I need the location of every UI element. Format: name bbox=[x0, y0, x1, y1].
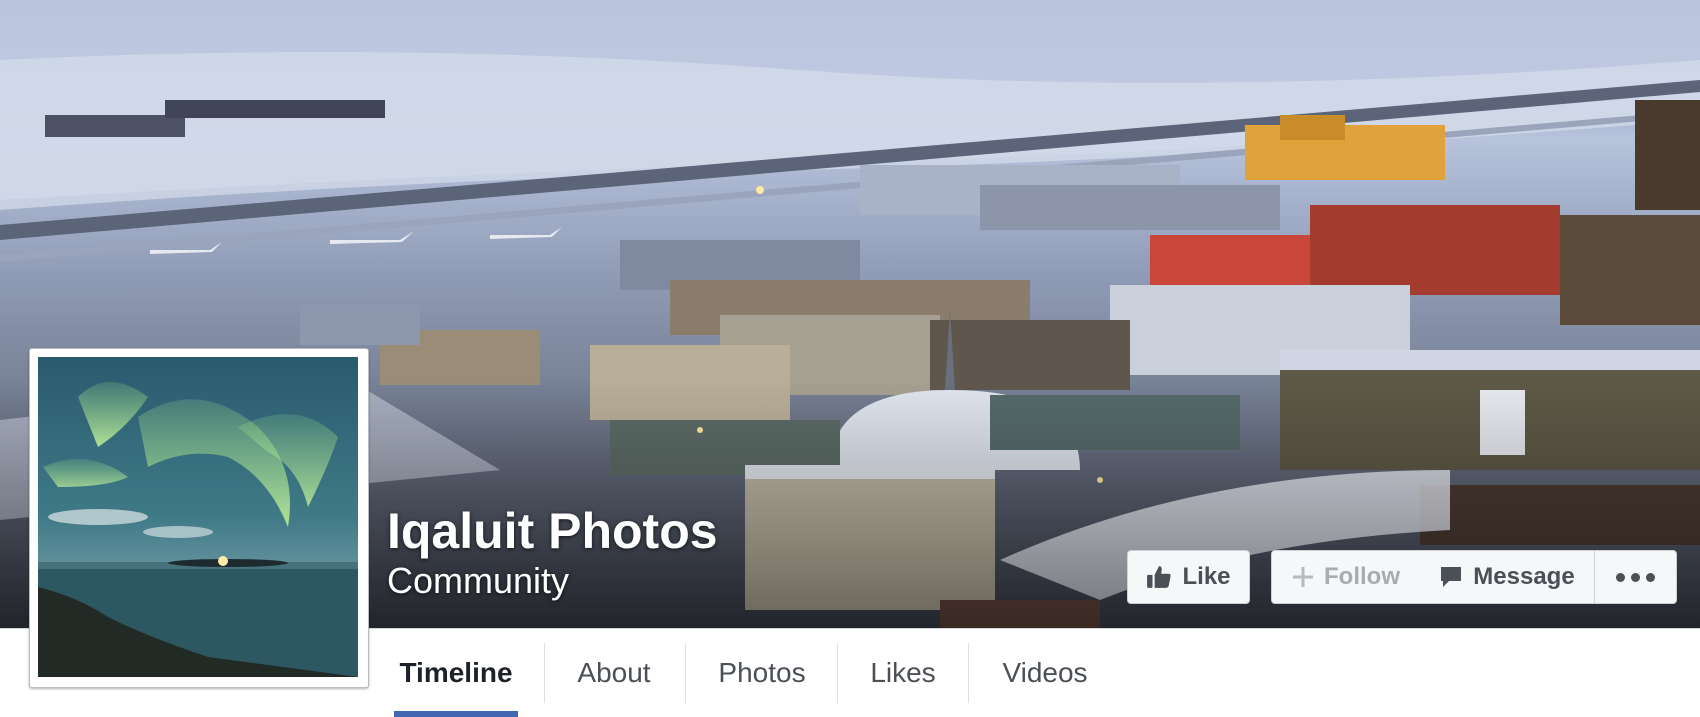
like-button-label: Like bbox=[1182, 563, 1231, 590]
tab-divider bbox=[685, 643, 686, 703]
thumbs-up-icon bbox=[1146, 564, 1172, 590]
tab-divider bbox=[544, 643, 545, 703]
tab-divider bbox=[968, 643, 969, 703]
profile-picture[interactable] bbox=[29, 348, 369, 688]
page-title[interactable]: Iqaluit Photos bbox=[387, 502, 718, 560]
ellipsis-icon bbox=[1616, 572, 1655, 582]
tab-divider bbox=[837, 643, 838, 703]
tab-videos[interactable]: Videos bbox=[986, 629, 1104, 717]
plus-icon bbox=[1292, 566, 1314, 588]
tab-about[interactable]: About bbox=[562, 629, 666, 717]
follow-button[interactable]: Follow bbox=[1271, 550, 1421, 604]
more-options-button[interactable] bbox=[1594, 550, 1677, 604]
aurora-photo bbox=[38, 357, 358, 677]
speech-bubble-icon bbox=[1439, 565, 1463, 589]
tab-likes[interactable]: Likes bbox=[855, 629, 951, 717]
follow-button-label: Follow bbox=[1324, 563, 1400, 590]
message-button[interactable]: Message bbox=[1420, 550, 1595, 604]
tab-timeline[interactable]: Timeline bbox=[394, 629, 518, 717]
tab-photos[interactable]: Photos bbox=[703, 629, 821, 717]
message-button-label: Message bbox=[1473, 563, 1575, 590]
like-button[interactable]: Like bbox=[1127, 550, 1250, 604]
page-category: Community bbox=[387, 560, 570, 601]
